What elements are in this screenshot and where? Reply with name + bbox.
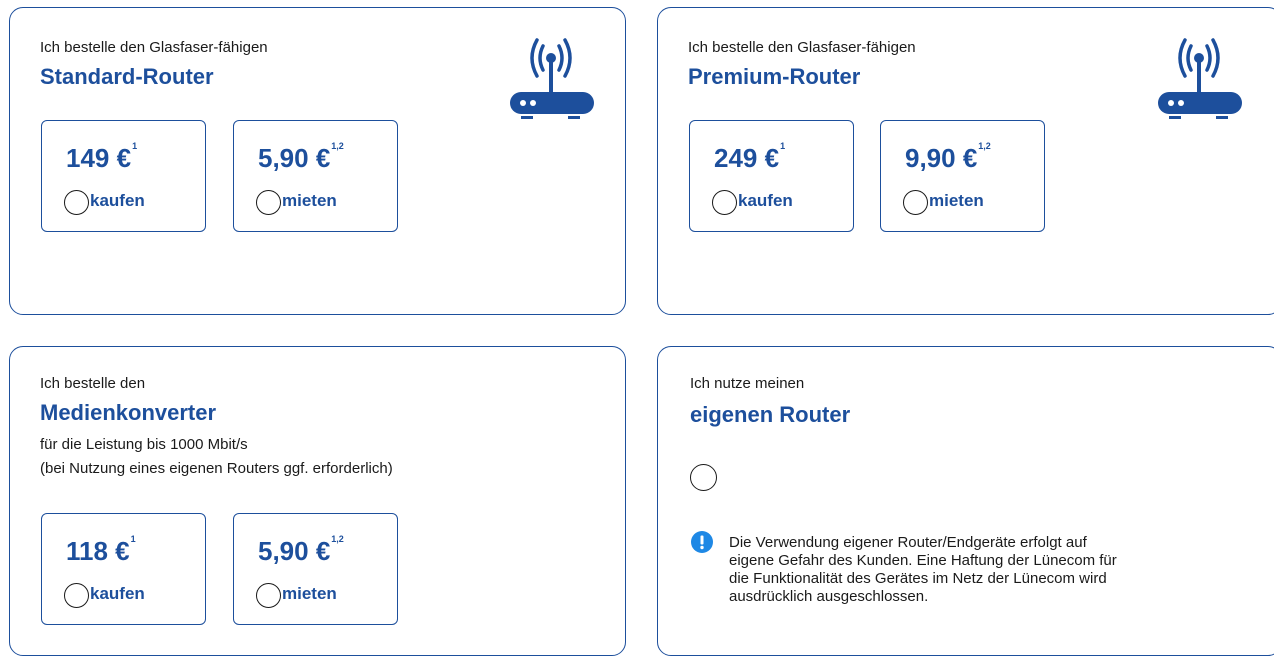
media-converter-card: Ich bestelle den Medienkonverter für die… bbox=[9, 346, 626, 656]
standard-rent-option[interactable]: 5,90 €1,2 mieten bbox=[233, 120, 398, 232]
own-router-warning: Die Verwendung eigener Router/Endgeräte … bbox=[729, 534, 1117, 605]
buy-price: 118 €1 bbox=[66, 534, 136, 566]
rent-label: mieten bbox=[929, 191, 984, 210]
card-intro: Ich bestelle den Glasfaser-fähigen bbox=[40, 39, 268, 56]
rent-label: mieten bbox=[282, 584, 337, 603]
own-router-radio[interactable] bbox=[690, 464, 717, 491]
buy-label: kaufen bbox=[738, 191, 793, 210]
buy-radio[interactable] bbox=[712, 190, 737, 215]
own-router-card: Ich nutze meinen eigenen Router Die Verw… bbox=[657, 346, 1274, 656]
exclamation-icon bbox=[691, 531, 713, 553]
converter-rent-option[interactable]: 5,90 €1,2 mieten bbox=[233, 513, 398, 625]
wifi-router-icon bbox=[1158, 38, 1242, 119]
buy-price: 149 €1 bbox=[66, 141, 138, 173]
card-title: eigenen Router bbox=[690, 402, 851, 427]
buy-label: kaufen bbox=[90, 191, 145, 210]
buy-radio[interactable] bbox=[64, 190, 89, 215]
card-intro: Ich bestelle den bbox=[40, 375, 146, 392]
premium-buy-option[interactable]: 249 €1 kaufen bbox=[689, 120, 854, 232]
converter-buy-option[interactable]: 118 €1 kaufen bbox=[41, 513, 206, 625]
buy-label: kaufen bbox=[90, 584, 145, 603]
card-title: Premium-Router bbox=[688, 64, 861, 89]
card-title: Medienkonverter bbox=[40, 400, 217, 425]
card-intro: Ich bestelle den Glasfaser-fähigen bbox=[688, 39, 916, 56]
rent-radio[interactable] bbox=[256, 190, 281, 215]
buy-radio[interactable] bbox=[64, 583, 89, 608]
card-intro: Ich nutze meinen bbox=[690, 375, 805, 392]
rent-price: 9,90 €1,2 bbox=[905, 141, 991, 173]
buy-price: 249 €1 bbox=[714, 141, 786, 173]
rent-radio[interactable] bbox=[903, 190, 928, 215]
card-description: für die Leistung bis 1000 Mbit/s (bei Nu… bbox=[40, 436, 393, 477]
rent-radio[interactable] bbox=[256, 583, 281, 608]
standard-router-card: Ich bestelle den Glasfaser-fähigen Stand… bbox=[9, 7, 626, 315]
card-title: Standard-Router bbox=[40, 64, 214, 89]
rent-price: 5,90 €1,2 bbox=[258, 534, 344, 566]
rent-label: mieten bbox=[282, 191, 337, 210]
rent-price: 5,90 €1,2 bbox=[258, 141, 344, 173]
wifi-router-icon bbox=[510, 38, 594, 119]
premium-rent-option[interactable]: 9,90 €1,2 mieten bbox=[880, 120, 1045, 232]
standard-buy-option[interactable]: 149 €1 kaufen bbox=[41, 120, 206, 232]
premium-router-card: Ich bestelle den Glasfaser-fähigen Premi… bbox=[657, 7, 1274, 315]
